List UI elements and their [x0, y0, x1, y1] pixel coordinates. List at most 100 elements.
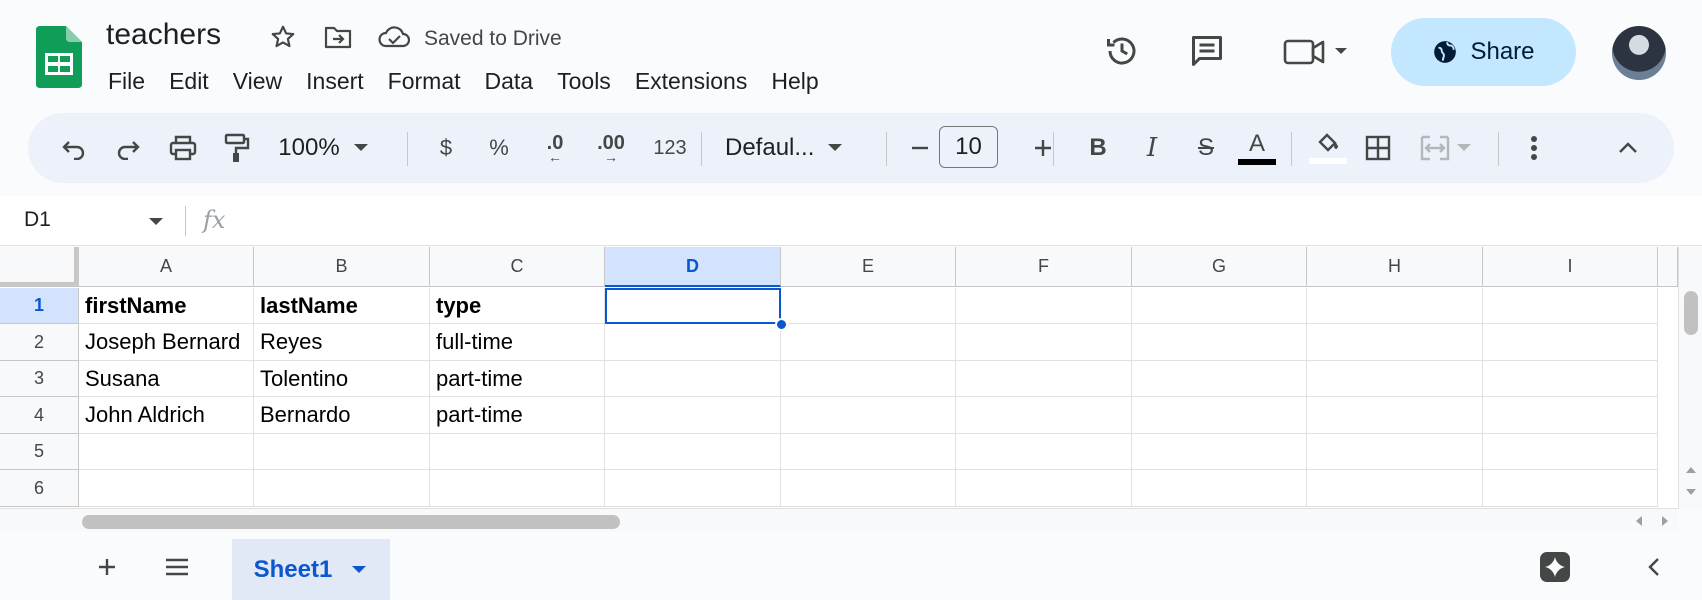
menu-edit[interactable]: Edit — [157, 64, 221, 98]
cell-e3[interactable] — [781, 361, 956, 397]
cell-h4[interactable] — [1307, 397, 1483, 434]
scroll-left-icon[interactable] — [1634, 515, 1644, 527]
menu-help[interactable]: Help — [759, 64, 830, 98]
cell-f1[interactable] — [956, 288, 1132, 324]
merge-cells-button[interactable] — [1414, 128, 1478, 168]
redo-icon[interactable] — [110, 128, 146, 168]
cell-e6[interactable] — [781, 470, 956, 507]
column-header-e[interactable]: E — [781, 247, 956, 287]
column-header-d[interactable]: D — [605, 247, 781, 287]
menu-format[interactable]: Format — [376, 64, 473, 98]
cell-a5[interactable] — [79, 434, 254, 470]
cell-f3[interactable] — [956, 361, 1132, 397]
cell-e2[interactable] — [781, 324, 956, 361]
active-cell-d1[interactable] — [605, 288, 781, 324]
cell-a1[interactable]: firstName — [79, 288, 254, 324]
cell-b5[interactable] — [254, 434, 430, 470]
cell-d6[interactable] — [605, 470, 781, 507]
cell-d3[interactable] — [605, 361, 781, 397]
cell-g6[interactable] — [1132, 470, 1307, 507]
cell-h1[interactable] — [1307, 288, 1483, 324]
zoom-select[interactable]: 100% — [272, 128, 376, 168]
star-icon[interactable] — [268, 22, 298, 52]
side-panel-toggle-icon[interactable] — [1634, 547, 1674, 587]
row-header-5[interactable]: 5 — [0, 434, 79, 470]
cell-f6[interactable] — [956, 470, 1132, 507]
undo-icon[interactable] — [56, 128, 92, 168]
borders-icon[interactable] — [1358, 128, 1398, 168]
decrease-decimal-button[interactable]: .0 ← — [533, 128, 577, 168]
document-title[interactable]: teachers — [106, 18, 221, 52]
cell-b6[interactable] — [254, 470, 430, 507]
cell-e1[interactable] — [781, 288, 956, 324]
cell-i6[interactable] — [1483, 470, 1658, 507]
name-box[interactable]: D1 — [24, 208, 51, 232]
row-header-6[interactable]: 6 — [0, 470, 79, 507]
cell-g3[interactable] — [1132, 361, 1307, 397]
cell-c3[interactable]: part-time — [430, 361, 605, 397]
cell-d5[interactable] — [605, 434, 781, 470]
increase-font-size-icon[interactable] — [1025, 128, 1061, 168]
menu-insert[interactable]: Insert — [294, 64, 376, 98]
print-icon[interactable] — [165, 128, 201, 168]
all-sheets-icon[interactable] — [157, 547, 197, 587]
cell-a4[interactable]: John Aldrich — [79, 397, 254, 434]
cell-c6[interactable] — [430, 470, 605, 507]
currency-format-button[interactable]: $ — [428, 128, 464, 168]
bold-icon[interactable]: B — [1080, 128, 1116, 168]
collapse-toolbar-icon[interactable] — [1608, 128, 1648, 168]
cell-c2[interactable]: full-time — [430, 324, 605, 361]
increase-decimal-button[interactable]: .00 → — [585, 128, 637, 168]
row-header-1[interactable]: 1 — [0, 288, 79, 324]
cell-d4[interactable] — [605, 397, 781, 434]
menu-extensions[interactable]: Extensions — [623, 64, 760, 98]
select-all-corner[interactable] — [0, 247, 79, 287]
vertical-scrollbar[interactable] — [1678, 247, 1702, 509]
cell-i1[interactable] — [1483, 288, 1658, 324]
cell-f4[interactable] — [956, 397, 1132, 434]
cell-c5[interactable] — [430, 434, 605, 470]
column-header-h[interactable]: H — [1307, 247, 1483, 287]
cell-c1[interactable]: type — [430, 288, 605, 324]
strikethrough-icon[interactable]: S — [1188, 128, 1224, 168]
cell-b1[interactable]: lastName — [254, 288, 430, 324]
font-size-input[interactable]: 10 — [939, 126, 998, 168]
cell-b4[interactable]: Bernardo — [254, 397, 430, 434]
cell-d2[interactable] — [605, 324, 781, 361]
chevron-down-icon[interactable] — [148, 216, 164, 228]
cell-h5[interactable] — [1307, 434, 1483, 470]
add-sheet-icon[interactable] — [87, 547, 127, 587]
formula-input[interactable] — [250, 196, 1680, 246]
explore-icon[interactable] — [1535, 547, 1575, 587]
menu-data[interactable]: Data — [473, 64, 546, 98]
row-header-3[interactable]: 3 — [0, 361, 79, 397]
share-button[interactable]: Share — [1391, 18, 1576, 86]
cell-f5[interactable] — [956, 434, 1132, 470]
more-options-icon[interactable] — [1516, 128, 1552, 168]
text-color-icon[interactable]: A — [1235, 128, 1279, 168]
cloud-saved-icon[interactable] — [377, 22, 411, 52]
move-folder-icon[interactable] — [323, 22, 353, 52]
cell-f2[interactable] — [956, 324, 1132, 361]
horizontal-scrollbar[interactable] — [0, 508, 1678, 532]
cell-a6[interactable] — [79, 470, 254, 507]
decrease-font-size-icon[interactable] — [902, 128, 938, 168]
menu-view[interactable]: View — [221, 64, 294, 98]
italic-icon[interactable]: I — [1134, 128, 1170, 168]
sheet-tab-active[interactable]: Sheet1 — [232, 539, 390, 600]
scroll-right-icon[interactable] — [1660, 515, 1670, 527]
menu-file[interactable]: File — [96, 64, 157, 98]
cell-e5[interactable] — [781, 434, 956, 470]
column-header-partial[interactable] — [1658, 247, 1678, 287]
comments-icon[interactable] — [1182, 26, 1232, 76]
cell-e4[interactable] — [781, 397, 956, 434]
column-header-g[interactable]: G — [1132, 247, 1307, 287]
cell-i4[interactable] — [1483, 397, 1658, 434]
cell-i3[interactable] — [1483, 361, 1658, 397]
meet-call-button[interactable] — [1278, 26, 1354, 76]
cell-b2[interactable]: Reyes — [254, 324, 430, 361]
cell-h6[interactable] — [1307, 470, 1483, 507]
sheets-logo-icon[interactable] — [36, 26, 82, 88]
row-header-2[interactable]: 2 — [0, 324, 79, 361]
scroll-up-icon[interactable] — [1685, 465, 1697, 475]
